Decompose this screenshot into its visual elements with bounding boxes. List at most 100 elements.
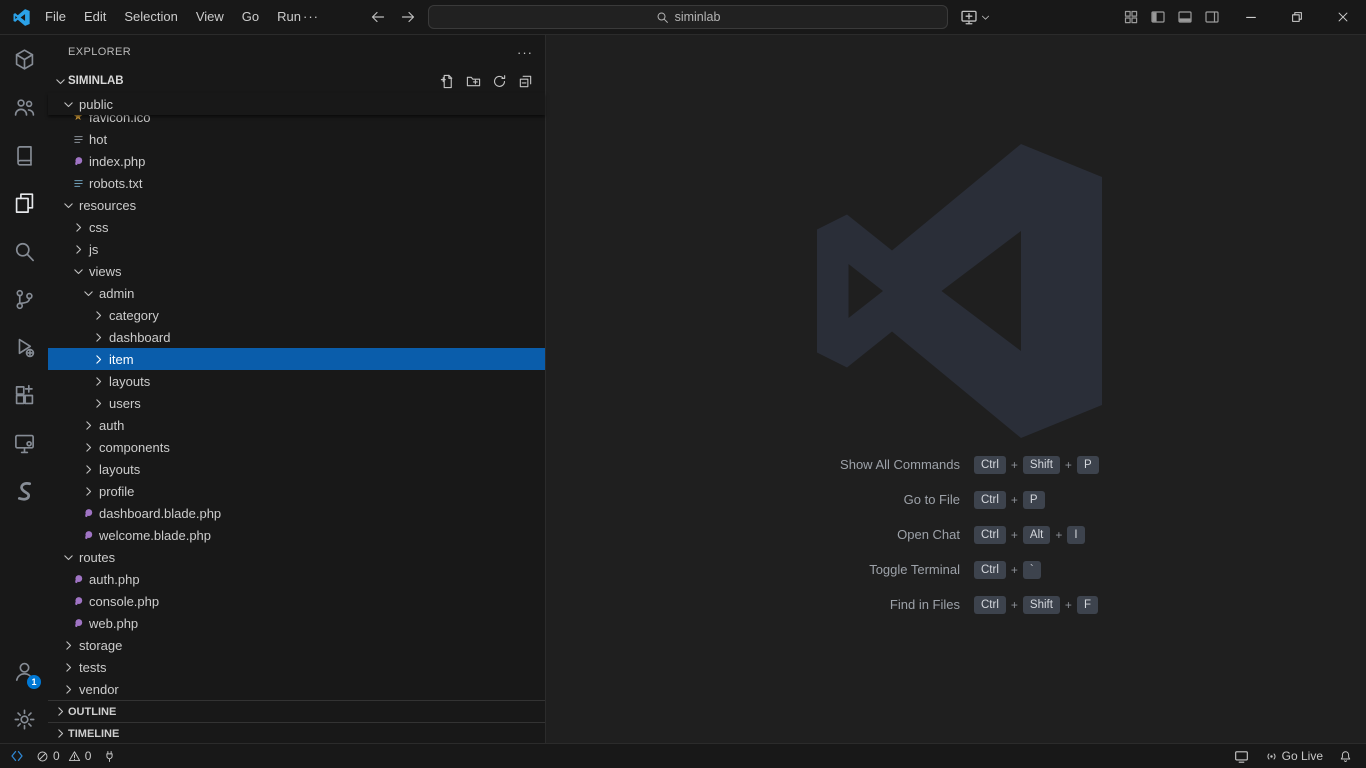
tree-item-css[interactable]: css (48, 216, 545, 238)
activity-item-search[interactable] (0, 227, 48, 275)
tree-item-hot[interactable]: hot (48, 128, 545, 150)
tree-item-index-php[interactable]: index.php (48, 150, 545, 172)
tree-item-label: routes (79, 550, 115, 565)
tree-item-category[interactable]: category (48, 304, 545, 326)
tree-item-label: resources (79, 198, 136, 213)
back-button[interactable] (368, 7, 388, 27)
new-file-button[interactable] (437, 71, 457, 91)
tree-item-label: admin (99, 286, 134, 301)
chevron-right-icon (90, 351, 106, 367)
timeline-section-header[interactable]: TIMELINE (48, 722, 545, 744)
key-cap: I (1067, 526, 1084, 544)
tree-item-layouts[interactable]: layouts (48, 458, 545, 480)
explorer-actions (437, 71, 545, 91)
toggle-primary-sidebar-icon[interactable] (1149, 9, 1166, 26)
tree-item-tests[interactable]: tests (48, 656, 545, 678)
notifications-button[interactable] (1339, 750, 1352, 763)
tree-item-users[interactable]: users (48, 392, 545, 414)
ports-button[interactable] (103, 750, 116, 763)
tree-item-js[interactable]: js (48, 238, 545, 260)
grid-layout-icon[interactable] (1122, 9, 1139, 26)
tree-item-auth-php[interactable]: auth.php (48, 568, 545, 590)
plug-icon (103, 750, 116, 763)
key-separator: + (1011, 493, 1018, 507)
key-cap: Ctrl (974, 456, 1006, 474)
layout-dropdown-button[interactable] (956, 5, 995, 29)
chevron-right-icon (60, 637, 76, 653)
screencast-button[interactable] (1234, 749, 1249, 764)
activity-item-source-control[interactable] (0, 275, 48, 323)
activity-item-settings[interactable] (0, 695, 48, 743)
restore-button[interactable] (1274, 0, 1320, 34)
key-separator: + (1065, 598, 1072, 612)
tree-item-welcome-blade-php[interactable]: welcome.blade.php (48, 524, 545, 546)
tree-item-vendor[interactable]: vendor (48, 678, 545, 700)
tree-item-dashboard[interactable]: dashboard (48, 326, 545, 348)
menu-edit[interactable]: Edit (75, 0, 115, 34)
explorer-more-actions-button[interactable]: ··· (517, 45, 533, 60)
tree-item-item[interactable]: item (48, 348, 545, 370)
key-cap: F (1077, 596, 1098, 614)
key-cap: Shift (1023, 456, 1060, 474)
activity-item-docs[interactable] (0, 131, 48, 179)
toggle-panel-icon[interactable] (1176, 9, 1193, 26)
refresh-button[interactable] (489, 71, 509, 91)
go-live-button[interactable]: Go Live (1265, 749, 1323, 763)
tree-item-auth[interactable]: auth (48, 414, 545, 436)
chevron-down-icon (80, 285, 96, 301)
problems-button[interactable]: 0 0 (36, 749, 91, 763)
collapse-folders-button[interactable] (515, 71, 535, 91)
activity-item-remote-explorer[interactable] (0, 419, 48, 467)
tree-item-admin[interactable]: admin (48, 282, 545, 304)
tree-item-web-php[interactable]: web.php (48, 612, 545, 634)
activity-item-accounts[interactable]: 1 (0, 647, 48, 695)
chevron-right-icon (80, 439, 96, 455)
menu-selection[interactable]: Selection (115, 0, 186, 34)
tree-item-public[interactable]: public (48, 93, 545, 115)
tree-item-dashboard-blade-php[interactable]: dashboard.blade.php (48, 502, 545, 524)
key-cap: Ctrl (974, 596, 1006, 614)
tree-item-robots-txt[interactable]: robots.txt (48, 172, 545, 194)
menu-file[interactable]: File (36, 0, 75, 34)
timeline-label: TIMELINE (68, 728, 119, 740)
menu-go[interactable]: Go (233, 0, 268, 34)
remote-indicator-button[interactable] (10, 749, 24, 763)
sidebar-title: EXPLORER (68, 46, 131, 58)
tree-item-label: public (79, 97, 113, 112)
close-button[interactable] (1320, 0, 1366, 34)
new-folder-button[interactable] (463, 71, 483, 91)
shortcut-label: Go to File (640, 492, 960, 507)
outline-section-header[interactable]: OUTLINE (48, 700, 545, 722)
tree-item-components[interactable]: components (48, 436, 545, 458)
chevron-right-icon (90, 373, 106, 389)
tree-item-label: auth (99, 418, 124, 433)
activity-item-run-debug[interactable] (0, 323, 48, 371)
search-icon (656, 11, 669, 24)
toggle-secondary-sidebar-icon[interactable] (1203, 9, 1220, 26)
vscode-window: FileEditSelectionViewGoRun ··· siminlab (0, 0, 1366, 768)
menu-view[interactable]: View (187, 0, 233, 34)
shortcut-label: Show All Commands (640, 457, 960, 472)
search-text: siminlab (675, 10, 721, 24)
shortcut-keys: Ctrl+` (974, 561, 1041, 579)
tree-item-profile[interactable]: profile (48, 480, 545, 502)
tree-item-layouts[interactable]: layouts (48, 370, 545, 392)
warning-count: 0 (85, 749, 92, 763)
tree-item-routes[interactable]: routes (48, 546, 545, 568)
menu-overflow-button[interactable]: ··· (294, 0, 328, 34)
tree-item-resources[interactable]: resources (48, 194, 545, 216)
activity-item-package[interactable] (0, 35, 48, 83)
tree-item-views[interactable]: views (48, 260, 545, 282)
minimize-button[interactable] (1228, 0, 1274, 34)
forward-button[interactable] (398, 7, 418, 27)
activity-item-extensions[interactable] (0, 371, 48, 419)
shortcut-keys: Ctrl+Shift+P (974, 456, 1099, 474)
chevron-down-icon (60, 549, 76, 565)
tree-item-storage[interactable]: storage (48, 634, 545, 656)
activity-item-explorer[interactable] (0, 179, 48, 227)
activity-item-organization[interactable] (0, 83, 48, 131)
activity-item-extension-swirl[interactable] (0, 467, 48, 515)
tree-item-console-php[interactable]: console.php (48, 590, 545, 612)
explorer-section-header[interactable]: SIMINLAB (48, 70, 545, 92)
search-box[interactable]: siminlab (428, 5, 948, 29)
